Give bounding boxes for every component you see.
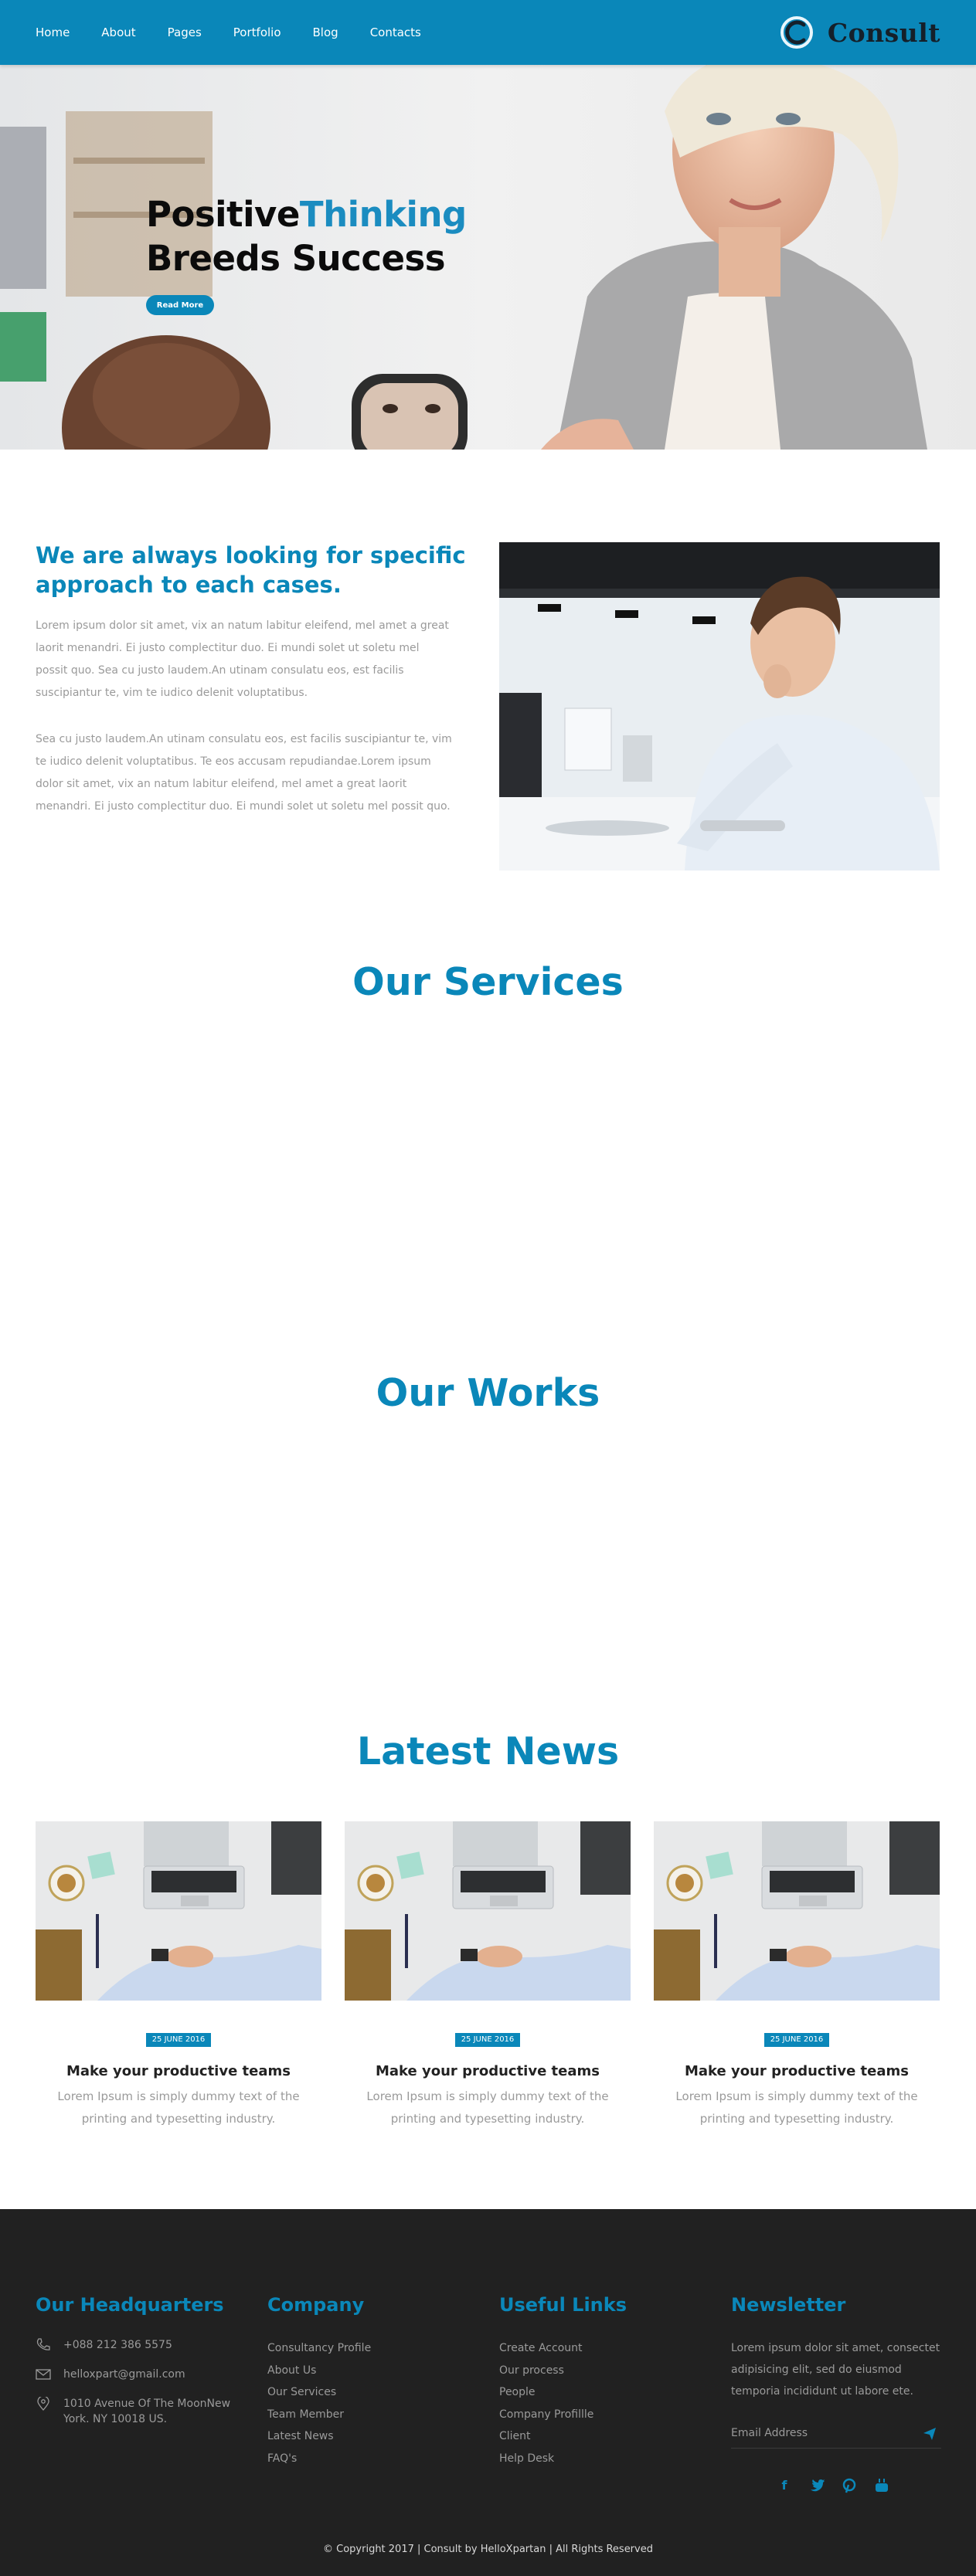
hq-email-text[interactable]: helloxpart@gmail.com [63, 2368, 185, 2381]
nav-contacts[interactable]: Contacts [370, 25, 421, 39]
news-image [345, 1821, 631, 2001]
pinterest-icon[interactable] [842, 2478, 857, 2493]
news-excerpt: Lorem Ipsum is simply dummy text of the … [675, 2089, 918, 2126]
news-excerpt: Lorem Ipsum is simply dummy text of the … [57, 2089, 300, 2126]
send-icon[interactable] [923, 2427, 937, 2441]
hero-title-line2: Breeds Success [146, 238, 446, 279]
social-links: f [777, 2478, 889, 2493]
envelope-icon [36, 2369, 51, 2380]
brand-name: Consult [827, 17, 940, 48]
nav-pages[interactable]: Pages [168, 25, 202, 39]
brand-logo[interactable]: Consult [780, 14, 940, 51]
useful-link-help-desk[interactable]: Help Desk [499, 2448, 685, 2470]
about-paragraph-1: Lorem ipsum dolor sit amet, vix an natum… [36, 619, 449, 699]
news-card[interactable]: 25 JUNE 2016 Make your productive teams … [345, 1821, 631, 2130]
news-date-badge: 25 JUNE 2016 [455, 2033, 520, 2047]
footer-newsletter: Newsletter Lorem ipsum dolor sit amet, c… [731, 2294, 947, 2449]
hero-title-accent: Thinking [299, 194, 467, 235]
hq-phone: +088 212 386 5575 [36, 2337, 236, 2353]
footer-useful-links: Useful Links Create Account Our process … [499, 2294, 685, 2469]
youtube-icon[interactable] [874, 2478, 889, 2493]
hq-address-line1: 1010 Avenue Of The MoonNew [63, 2398, 231, 2410]
news-excerpt: Lorem Ipsum is simply dummy text of the … [366, 2089, 609, 2126]
useful-link-create-account[interactable]: Create Account [499, 2337, 685, 2360]
hero-title-part1: Positive [146, 194, 300, 235]
desk-photo [36, 1821, 321, 2001]
twitter-icon[interactable] [809, 2478, 825, 2493]
hq-address-line2: York. NY 10018 US. [63, 2413, 168, 2425]
newsletter-placeholder: Email Address [731, 2427, 808, 2439]
logo-icon [780, 16, 813, 49]
nav-home[interactable]: Home [36, 25, 70, 39]
useful-links-title: Useful Links [499, 2294, 627, 2316]
company-title: Company [267, 2294, 365, 2316]
news-title[interactable]: Make your productive teams [36, 2063, 321, 2079]
copyright-text: © Copyright 2017 | Consult by HelloXpart… [323, 2544, 653, 2555]
nav-blog[interactable]: Blog [313, 25, 338, 39]
news-card[interactable]: 25 JUNE 2016 Make your productive teams … [36, 1821, 321, 2130]
facebook-icon[interactable]: f [777, 2478, 792, 2493]
services-title: Our Services [352, 960, 624, 1004]
news-title[interactable]: Make your productive teams [654, 2063, 940, 2079]
company-link-faqs[interactable]: FAQ's [267, 2448, 453, 2470]
useful-link-our-process[interactable]: Our process [499, 2360, 685, 2382]
news-title[interactable]: Make your productive teams [345, 2063, 631, 2079]
company-link-latest-news[interactable]: Latest News [267, 2425, 453, 2448]
nav-about[interactable]: About [101, 25, 135, 39]
nav-menu: Home About Pages Portfolio Blog Contacts [36, 0, 453, 65]
hq-address: 1010 Avenue Of The MoonNew York. NY 1001… [36, 2396, 236, 2427]
news-image [654, 1821, 940, 2001]
about-title: We are always looking for specific appro… [36, 542, 466, 598]
hero-banner: PositiveThinking Breeds Success Read Mor… [0, 65, 976, 450]
newsletter-email-input[interactable]: Email Address [731, 2421, 941, 2449]
hq-email: helloxpart@gmail.com [36, 2367, 236, 2382]
useful-link-people[interactable]: People [499, 2381, 685, 2404]
newsletter-text: Lorem ipsum dolor sit amet, consectet ad… [731, 2342, 940, 2398]
desk-photo [654, 1821, 940, 2001]
map-pin-icon [37, 2397, 49, 2411]
news-image [36, 1821, 321, 2001]
hq-title: Our Headquarters [36, 2294, 224, 2316]
company-link-team-member[interactable]: Team Member [267, 2404, 453, 2426]
desk-photo [345, 1821, 631, 2001]
office-man-photo [499, 542, 940, 871]
news-date-badge: 25 JUNE 2016 [764, 2033, 829, 2047]
top-navbar: Home About Pages Portfolio Blog Contacts… [0, 0, 976, 65]
footer-company: Company Consultancy Profile About Us Our… [267, 2294, 453, 2469]
works-title: Our Works [376, 1371, 600, 1415]
company-link-our-services[interactable]: Our Services [267, 2381, 453, 2404]
about-paragraph-2: Sea cu justo laudem.An utinam consulatu … [36, 733, 452, 813]
company-link-about-us[interactable]: About Us [267, 2360, 453, 2382]
news-card[interactable]: 25 JUNE 2016 Make your productive teams … [654, 1821, 940, 2130]
footer: Our Headquarters +088 212 386 5575 hello… [0, 2209, 976, 2576]
read-more-button[interactable]: Read More [146, 295, 214, 315]
about-image [499, 542, 940, 871]
hero-title: PositiveThinking Breeds Success [146, 192, 467, 280]
useful-link-client[interactable]: Client [499, 2425, 685, 2448]
useful-link-company-profile[interactable]: Company Profillle [499, 2404, 685, 2426]
footer-headquarters: Our Headquarters +088 212 386 5575 hello… [36, 2294, 236, 2441]
newsletter-title: Newsletter [731, 2294, 846, 2316]
news-title: Latest News [356, 1729, 620, 1773]
hq-phone-text: +088 212 386 5575 [63, 2339, 172, 2351]
phone-icon [36, 2338, 50, 2350]
news-date-badge: 25 JUNE 2016 [146, 2033, 211, 2047]
nav-portfolio[interactable]: Portfolio [233, 25, 281, 39]
company-link-consultancy-profile[interactable]: Consultancy Profile [267, 2337, 453, 2360]
